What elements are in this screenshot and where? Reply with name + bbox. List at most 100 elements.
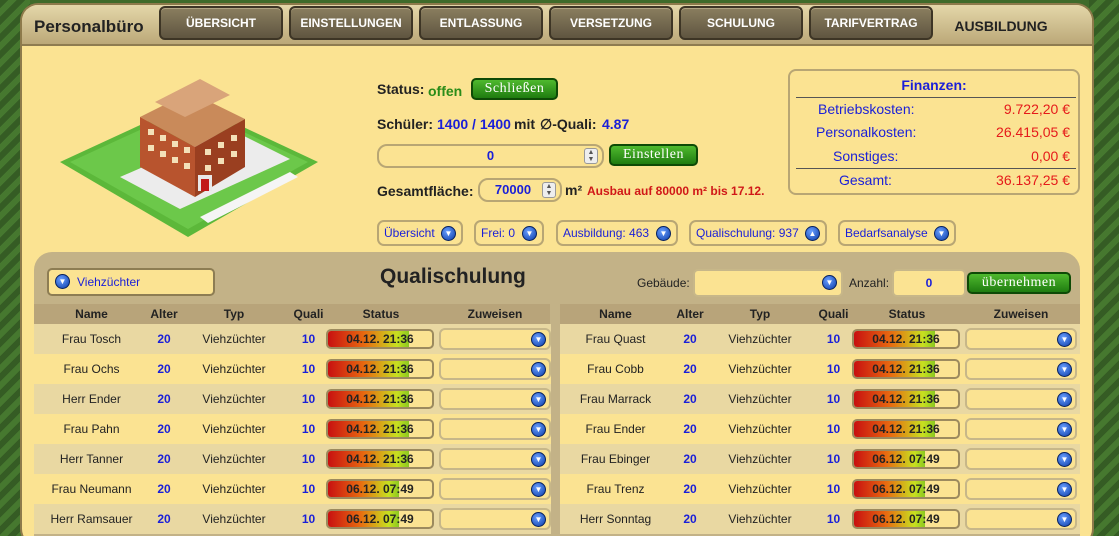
finance-label: Betriebskosten: bbox=[818, 101, 915, 117]
col-assign: Zuweisen bbox=[467, 307, 523, 321]
col-status: Status bbox=[362, 307, 400, 321]
area-label: Gesamtfläche: bbox=[377, 183, 474, 199]
assign-select[interactable]: ▼ bbox=[965, 448, 1077, 470]
status-text: 04.12. 21:36 bbox=[346, 362, 414, 376]
status-text: 04.12. 21:36 bbox=[346, 392, 414, 406]
avg-quali-label: ∅-Quali: bbox=[540, 116, 597, 132]
assign-select[interactable]: ▼ bbox=[439, 508, 551, 530]
tab-overview[interactable]: ÜBERSICHT bbox=[159, 6, 283, 40]
assign-select[interactable]: ▼ bbox=[439, 448, 551, 470]
assign-select[interactable]: ▼ bbox=[965, 328, 1077, 350]
finance-row: Gesamt: 36.137,25 € bbox=[796, 172, 1076, 192]
row-age: 20 bbox=[157, 392, 171, 406]
row-name: Frau Ender bbox=[585, 422, 646, 436]
chevron-down-icon: ▼ bbox=[441, 226, 456, 241]
filter-overview[interactable]: Übersicht ▼ bbox=[377, 220, 463, 246]
assign-select[interactable]: ▼ bbox=[439, 358, 551, 380]
tab-dismissal[interactable]: ENTLASSUNG bbox=[419, 6, 543, 40]
tab-hiring[interactable]: EINSTELLUNGEN bbox=[289, 6, 413, 40]
count-label: Anzahl: bbox=[849, 276, 890, 290]
filter-education[interactable]: Ausbildung: 463 ▼ bbox=[556, 220, 678, 246]
row-name: Frau Cobb bbox=[587, 362, 644, 376]
chevron-down-icon: ▼ bbox=[934, 226, 949, 241]
table-row: Frau Ebinger 20 Viehzüchter 10 06.12. 07:49 ▼ bbox=[560, 444, 1080, 474]
status-progress-bar: 04.12. 21:36 bbox=[326, 359, 434, 379]
tab-training[interactable]: SCHULUNG bbox=[679, 6, 803, 40]
row-name: Herr Sonntag bbox=[579, 512, 652, 526]
area-input[interactable]: 70000 ▲ ▼ bbox=[478, 178, 562, 202]
panel-title: Qualischulung bbox=[380, 265, 526, 288]
row-quali: 10 bbox=[826, 512, 841, 526]
row-quali: 10 bbox=[826, 392, 841, 406]
table-row: Herr Ender 20 Viehzüchter 10 04.12. 21:36 ▼ bbox=[34, 384, 551, 414]
spinner-arrows-icon[interactable]: ▲ ▼ bbox=[584, 148, 598, 164]
type-select[interactable]: ▼ Viehzüchter bbox=[47, 268, 215, 296]
students-value: 1400 / 1400 bbox=[437, 116, 511, 132]
chevron-down-icon: ▼ bbox=[531, 392, 546, 407]
row-quali: 10 bbox=[301, 332, 316, 346]
row-type: Viehzüchter bbox=[728, 332, 792, 346]
row-type: Viehzüchter bbox=[728, 452, 792, 466]
hire-count-input[interactable]: 0 ▲ ▼ bbox=[377, 144, 604, 168]
table-row: Frau Marrack 20 Viehzüchter 10 04.12. 21:36 ▼ bbox=[560, 384, 1080, 414]
filter-label: Bedarfsanalyse bbox=[845, 226, 928, 240]
building-select[interactable]: ▼ bbox=[693, 269, 843, 297]
tab-transfer[interactable]: VERSETZUNG bbox=[549, 6, 673, 40]
status-text: 04.12. 21:36 bbox=[872, 422, 940, 436]
row-quali: 10 bbox=[301, 362, 316, 376]
row-age: 20 bbox=[683, 512, 697, 526]
chevron-down-icon: ▼ bbox=[822, 275, 837, 290]
row-age: 20 bbox=[157, 512, 171, 526]
personnel-window: Personalbüro ÜBERSICHT EINSTELLUNGEN ENT… bbox=[22, 5, 1092, 536]
row-age: 20 bbox=[683, 332, 697, 346]
col-type: Typ bbox=[749, 307, 771, 321]
assign-select[interactable]: ▼ bbox=[439, 328, 551, 350]
table-row: Frau Ochs 20 Viehzüchter 10 04.12. 21:36 ▼ bbox=[34, 354, 551, 384]
assign-select[interactable]: ▼ bbox=[965, 358, 1077, 380]
assign-select[interactable]: ▼ bbox=[965, 388, 1077, 410]
row-name: Frau Ebinger bbox=[580, 452, 651, 466]
tab-bar: Personalbüro ÜBERSICHT EINSTELLUNGEN ENT… bbox=[22, 5, 1092, 46]
tab-education[interactable]: AUSBILDUNG bbox=[939, 6, 1063, 40]
row-age: 20 bbox=[683, 422, 697, 436]
status-progress-bar: 06.12. 07:49 bbox=[326, 509, 434, 529]
finance-value: 0,00 € bbox=[1031, 148, 1070, 164]
row-type: Viehzüchter bbox=[202, 332, 266, 346]
background-right bbox=[1089, 0, 1119, 536]
assign-select[interactable]: ▼ bbox=[965, 478, 1077, 500]
tab-tariff[interactable]: TARIFVERTRAG bbox=[809, 6, 933, 40]
table-row: Frau Ender 20 Viehzüchter 10 04.12. 21:36 ▼ bbox=[560, 414, 1080, 444]
finances-box: Finanzen: Betriebskosten: 9.722,20 € Per… bbox=[788, 69, 1080, 195]
chevron-down-icon: ▼ bbox=[1057, 512, 1072, 527]
close-button[interactable]: Schließen bbox=[471, 78, 558, 100]
status-progress-bar: 04.12. 21:36 bbox=[326, 449, 434, 469]
chevron-up-icon: ▲ bbox=[805, 226, 820, 241]
divider bbox=[796, 168, 1076, 169]
filter-quali-training[interactable]: Qualischulung: 937 ▲ bbox=[689, 220, 827, 246]
assign-select[interactable]: ▼ bbox=[439, 418, 551, 440]
spinner-arrows-icon[interactable]: ▲ ▼ bbox=[542, 182, 556, 198]
hire-count-value: 0 bbox=[486, 148, 495, 163]
count-input[interactable]: 0 bbox=[892, 269, 966, 297]
status-text: 06.12. 07:49 bbox=[346, 482, 414, 496]
assign-select[interactable]: ▼ bbox=[439, 478, 551, 500]
building-label: Gebäude: bbox=[637, 276, 690, 290]
filter-needs-analysis[interactable]: Bedarfsanalyse ▼ bbox=[838, 220, 956, 246]
assign-select[interactable]: ▼ bbox=[439, 388, 551, 410]
row-age: 20 bbox=[157, 452, 171, 466]
row-quali: 10 bbox=[826, 332, 841, 346]
hire-button[interactable]: Einstellen bbox=[609, 144, 698, 166]
app-title: Personalbüro bbox=[34, 17, 144, 36]
assign-select[interactable]: ▼ bbox=[965, 418, 1077, 440]
apply-button[interactable]: übernehmen bbox=[967, 272, 1071, 294]
table-row: Frau Neumann 20 Viehzüchter 10 06.12. 07:49 ▼ bbox=[34, 474, 551, 504]
status-text: 04.12. 21:36 bbox=[346, 422, 414, 436]
row-name: Herr Tanner bbox=[59, 452, 124, 466]
chevron-down-icon: ▼ bbox=[1057, 422, 1072, 437]
row-quali: 10 bbox=[301, 392, 316, 406]
assign-select[interactable]: ▼ bbox=[965, 508, 1077, 530]
filter-free[interactable]: Frei: 0 ▼ bbox=[474, 220, 544, 246]
row-type: Viehzüchter bbox=[728, 362, 792, 376]
students-label: Schüler: bbox=[377, 116, 434, 132]
chevron-down-icon: ▼ bbox=[531, 452, 546, 467]
